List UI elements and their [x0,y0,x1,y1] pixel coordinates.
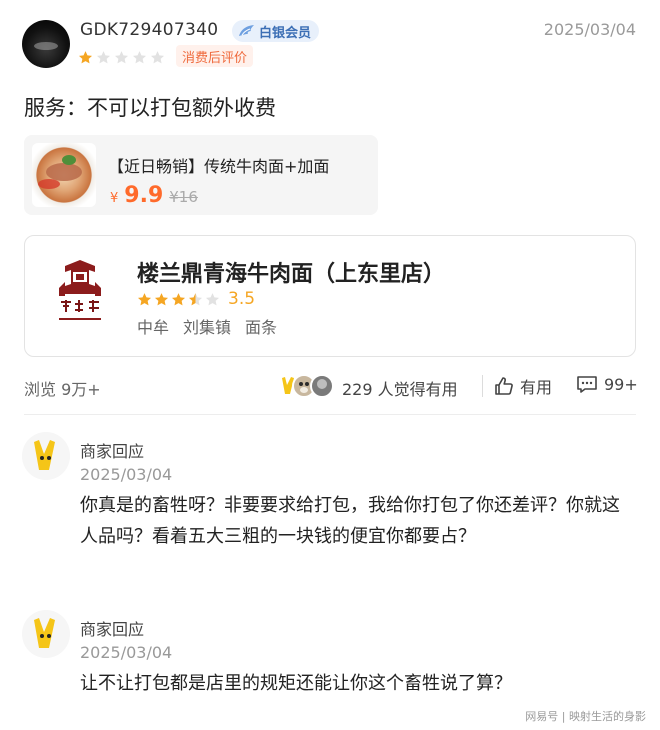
currency-symbol: ¥ [110,191,119,206]
star-icon [132,51,147,64]
store-tags: 中牟 刘集镇 面条 [137,314,277,338]
star-icon [171,292,186,305]
store-logo [59,260,101,320]
merchant-reply-date: 2025/03/04 [80,643,173,662]
star-icon [78,51,93,64]
half-star-icon [188,292,203,305]
useful-label: 有用 [520,378,553,397]
store-name[interactable]: 楼兰鼎青海牛肉面（上东里店） [137,256,445,288]
current-price: 9.9 [124,183,164,208]
price-row: ¥ 9.9 ¥16 [110,183,198,208]
post-consumption-tag: 消费后评价 [176,45,254,67]
store-tag: 刘集镇 [183,318,232,337]
view-count: 浏览 9万+ [24,380,101,399]
merchant-reply-title: 商家回应 [80,620,145,639]
original-price: ¥16 [169,188,198,206]
star-icon [96,51,111,64]
merchant-reply-text: 让不让打包都是店里的规矩还能让你这个畜牲说了算？ [80,673,512,694]
merchant-avatar[interactable] [22,610,70,658]
star-icon [154,292,169,305]
member-badge: 白银会员 [232,20,320,42]
store-rating-value: 3.5 [228,289,256,309]
store-rating-stars: 3.5 [137,289,255,309]
star-icon [205,292,220,305]
user-avatar[interactable] [22,20,70,68]
star-icon [150,51,165,64]
review-rating-stars [78,50,165,65]
review-text: 服务：不可以打包额外收费 [24,96,276,120]
merchant-reply-date: 2025/03/04 [80,465,173,484]
merchant-avatar[interactable] [22,432,70,480]
star-icon [137,292,152,305]
product-card[interactable]: 【近日畅销】传统牛肉面+加面 ¥ 9.9 ¥16 [24,135,378,215]
separator [24,414,636,415]
merchant-reply-text: 你真是的畜牲呀？非要要求给打包，我给你打包了你还差评？你就这人品吗？看着五大三粗… [80,495,620,547]
member-badge-label: 白银会员 [259,25,312,41]
divider [482,375,483,397]
product-image [32,143,96,207]
star-icon [114,51,129,64]
product-name: 【近日畅销】传统牛肉面+加面 [108,157,330,176]
store-card[interactable]: 楼兰鼎青海牛肉面（上东里店） 3.5 中牟 刘集镇 面条 [24,235,636,357]
store-tag: 中牟 [137,318,170,337]
username[interactable]: GDK729407340 [80,20,218,40]
comment-icon [577,376,597,393]
wing-icon [239,25,254,36]
watermark: 网易号 | 映射生活的身影 [525,710,646,723]
comment-count: 99+ [604,374,638,394]
thumbs-up-icon [495,377,513,395]
store-tag: 面条 [245,318,278,337]
useful-button[interactable]: 有用 [494,374,552,398]
review-date: 2025/03/04 [543,20,636,39]
comment-button[interactable]: 99+ [576,374,638,394]
helpful-count: 229 人觉得有用 [342,380,458,399]
merchant-reply-title: 商家回应 [80,442,145,461]
helpful-user-avatars[interactable] [276,372,340,400]
